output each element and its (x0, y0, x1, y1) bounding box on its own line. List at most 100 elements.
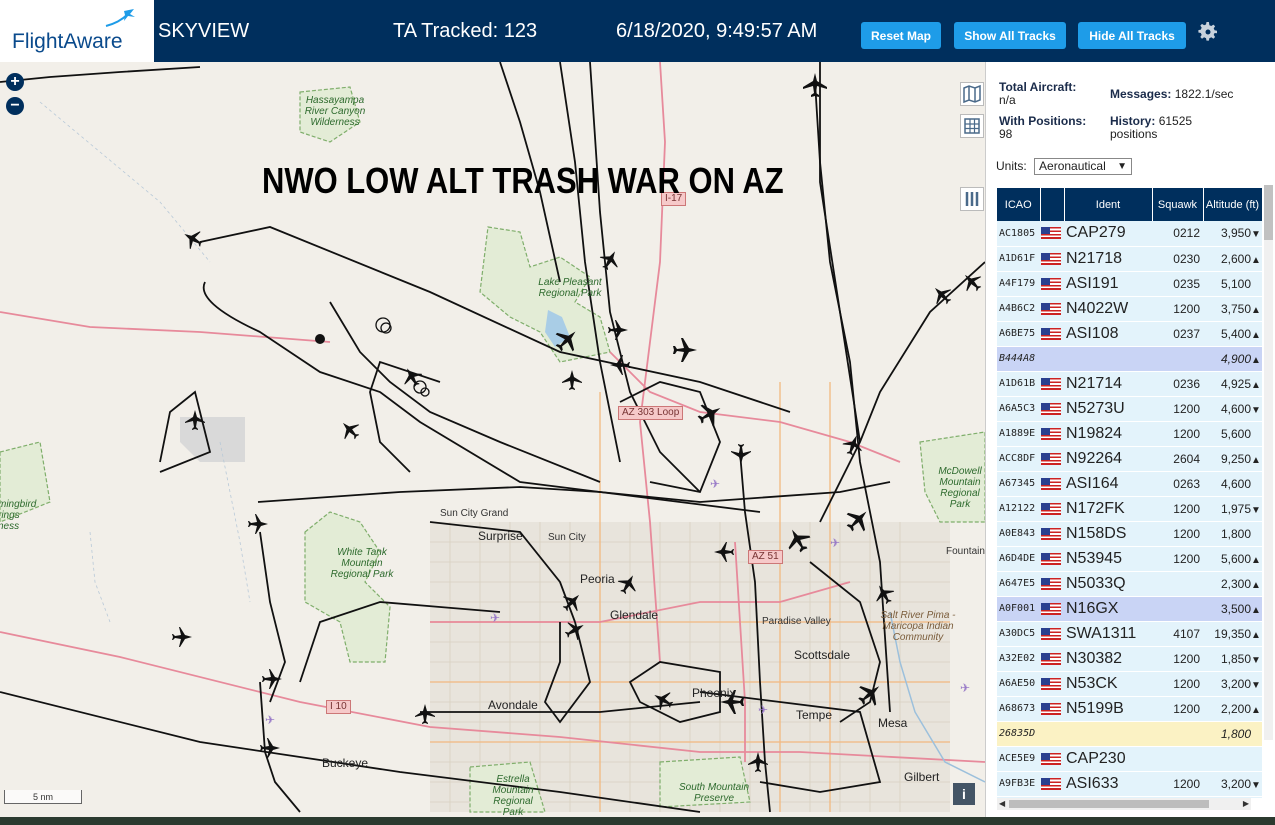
zoom-out-button[interactable]: − (6, 97, 24, 115)
icao-cell: A6AE50 (997, 671, 1040, 697)
table-row[interactable]: A647E5 N5033Q 2,300▲ (997, 571, 1262, 597)
brand-name: FlightAware (12, 30, 123, 53)
map-layers-button[interactable] (960, 82, 984, 106)
ident-cell: N5273U (1064, 396, 1152, 422)
horizontal-scrollbar[interactable]: ◀ ▶ (997, 798, 1251, 810)
squawk-cell: 1200 (1152, 496, 1203, 522)
app-title: SKYVIEW (158, 20, 250, 42)
horizontal-scroll-thumb[interactable] (1009, 800, 1209, 808)
table-row[interactable]: A6BE75 ASI108 0237 5,400▲ (997, 321, 1262, 347)
altitude-trend-icon: ▲ (1251, 629, 1261, 641)
altitude-value: 4,600 (1220, 401, 1251, 416)
table-row[interactable]: A6D4DE N53945 1200 5,600▲ (997, 546, 1262, 572)
flag-cell (1040, 221, 1064, 247)
us-flag-icon (1041, 602, 1061, 615)
table-row[interactable]: AC1805 CAP279 0212 3,950▼ (997, 221, 1262, 247)
altitude-value: 4,925 (1220, 376, 1251, 391)
flightaware-logo[interactable]: FlightAware (0, 0, 154, 62)
squawk-cell: 1200 (1152, 546, 1203, 572)
table-row[interactable]: A4B6C2 N4022W 1200 3,750▲ (997, 296, 1262, 322)
grid-toggle-button[interactable] (960, 114, 984, 138)
vertical-scroll-thumb[interactable] (1264, 185, 1273, 240)
columns-toggle-button[interactable] (960, 187, 984, 211)
column-header-squawk[interactable]: Squawk (1152, 188, 1204, 221)
table-row[interactable]: A0E843 N158DS 1200 1,800 (997, 521, 1262, 547)
scroll-right-icon[interactable]: ▶ (1243, 799, 1249, 808)
altitude-value: 4,900 (1220, 351, 1251, 366)
aircraft-table: ICAO Ident Squawk Altitude (ft) AC1805 CA… (997, 188, 1262, 798)
info-button[interactable]: i (953, 783, 975, 805)
vertical-scrollbar[interactable] (1264, 185, 1273, 740)
aircraft-table-wrapper[interactable]: ICAO Ident Squawk Altitude (ft) AC1805 CA… (997, 188, 1262, 798)
table-row[interactable]: A1889E N19824 1200 5,600 (997, 421, 1262, 447)
flight-map[interactable]: ✈ ✈ ✈ ✈ ✈ ✈ Hassayampa River Canyon Wild… (0, 62, 985, 817)
icao-cell: B444A8 (997, 346, 1040, 372)
altitude-trend-icon: ▲ (1251, 604, 1261, 616)
column-header-ident[interactable]: Ident (1064, 188, 1153, 221)
city-label-sun-city: Sun City (548, 532, 586, 543)
table-row[interactable]: B444A8 4,900▲ (997, 346, 1262, 372)
park-label-hummingbird: mingbird rings ness (0, 499, 37, 532)
flag-cell (1040, 571, 1064, 597)
us-flag-icon (1041, 577, 1061, 590)
table-row[interactable]: A4F179 ASI191 0235 5,100 (997, 271, 1262, 297)
column-header-altitude[interactable]: Altitude (ft) (1203, 188, 1262, 221)
ident-cell: N4022W (1064, 296, 1152, 322)
altitude-value: 2,600 (1220, 251, 1251, 266)
table-row[interactable]: A67345 ASI164 0263 4,600 (997, 471, 1262, 497)
altitude-trend-icon: ▲ (1251, 554, 1261, 566)
column-header-flag[interactable] (1040, 188, 1065, 221)
altitude-trend-icon: ▼ (1251, 654, 1261, 666)
flag-cell (1040, 396, 1064, 422)
flag-cell (1040, 421, 1064, 447)
table-row[interactable]: ACE5E9 CAP230 (997, 746, 1262, 772)
icao-cell: 26835D (997, 721, 1040, 747)
table-row[interactable]: A1D61F N21718 0230 2,600▲ (997, 246, 1262, 272)
reset-map-button[interactable]: Reset Map (861, 22, 941, 49)
us-flag-icon (1041, 252, 1061, 265)
altitude-value: 1,800 (1220, 726, 1251, 741)
current-datetime: 6/18/2020, 9:49:57 AM (616, 20, 818, 42)
table-row[interactable]: A30DC5 SWA1311 4107 19,350▲ (997, 621, 1262, 647)
table-row[interactable]: A9FB3E ASI633 1200 3,200▼ (997, 771, 1262, 797)
column-header-icao[interactable]: ICAO (997, 188, 1041, 221)
table-row[interactable]: A68673 N5199B 1200 2,200▲ (997, 696, 1262, 722)
flag-cell (1040, 271, 1064, 297)
table-row[interactable]: A1D61B N21714 0236 4,925▲ (997, 371, 1262, 397)
icao-cell: A6BE75 (997, 321, 1040, 347)
altitude-cell: 1,975▼ (1203, 496, 1262, 522)
show-all-tracks-button[interactable]: Show All Tracks (954, 22, 1066, 49)
units-row: Units: Aeronautical ▼ (996, 158, 1133, 175)
altitude-cell: 5,100 (1203, 271, 1262, 297)
park-label-lake-pleasant: Lake Pleasant Regional Park (538, 277, 602, 299)
table-row[interactable]: A6AE50 N53CK 1200 3,200▼ (997, 671, 1262, 697)
map-scale: 5 nm (4, 790, 82, 804)
icao-cell: A67345 (997, 471, 1040, 497)
icao-cell: A0E843 (997, 521, 1040, 547)
messages-value: 1822.1/sec (1174, 87, 1234, 101)
altitude-cell: 9,250▲ (1203, 446, 1262, 472)
city-label-paradise-valley: Paradise Valley (762, 616, 831, 627)
zoom-in-button[interactable]: + (6, 73, 24, 91)
scroll-left-icon[interactable]: ◀ (999, 799, 1005, 808)
icao-cell: A647E5 (997, 571, 1040, 597)
flag-cell (1040, 746, 1064, 772)
units-select[interactable]: Aeronautical ▼ (1034, 158, 1133, 175)
table-row[interactable]: A0F001 N16GX 3,500▲ (997, 596, 1262, 622)
total-aircraft-value: n/a (999, 93, 1016, 107)
squawk-cell (1152, 721, 1203, 747)
altitude-cell: 5,400▲ (1203, 321, 1262, 347)
ident-cell: N5033Q (1064, 571, 1152, 597)
table-row[interactable]: A6A5C3 N5273U 1200 4,600▼ (997, 396, 1262, 422)
table-row[interactable]: ACC8DF N92264 2604 9,250▲ (997, 446, 1262, 472)
squawk-cell: 1200 (1152, 696, 1203, 722)
table-row[interactable]: 26835D 1,800 (997, 721, 1262, 747)
overlay-caption: NWO LOW ALT TRASH WAR ON AZ (262, 160, 784, 201)
flag-cell (1040, 596, 1064, 622)
gear-icon[interactable] (1196, 20, 1220, 44)
table-row[interactable]: A12122 N172FK 1200 1,975▼ (997, 496, 1262, 522)
hide-all-tracks-button[interactable]: Hide All Tracks (1078, 22, 1186, 49)
ident-cell: N172FK (1064, 496, 1152, 522)
squawk-cell (1152, 571, 1203, 597)
table-row[interactable]: A32E02 N30382 1200 1,850▼ (997, 646, 1262, 672)
